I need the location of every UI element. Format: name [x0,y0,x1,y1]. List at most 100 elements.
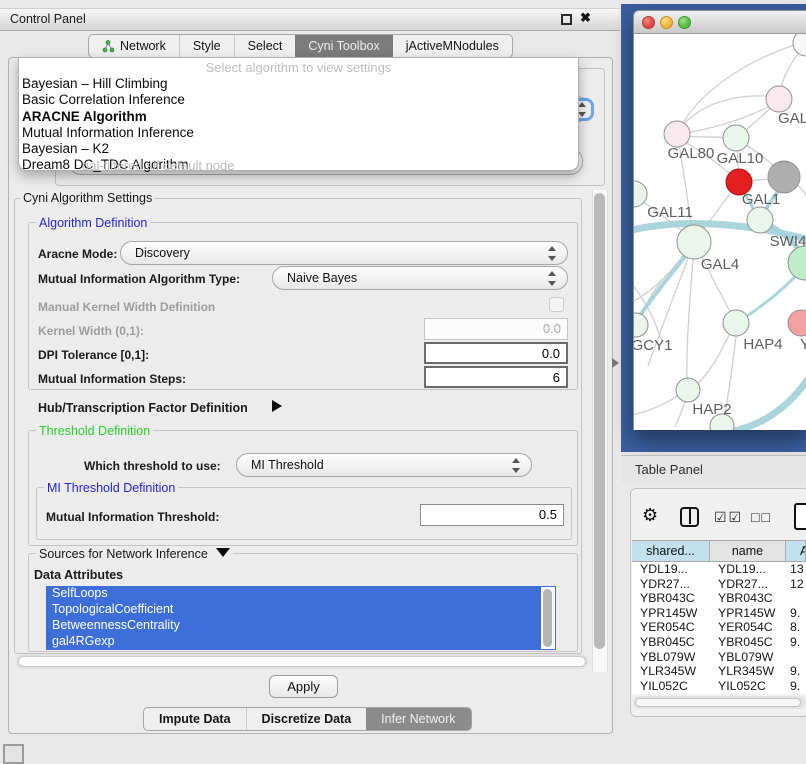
unchecked-boxes-icon[interactable] [751,509,772,525]
node-gcy1[interactable] [634,313,648,337]
tab-select[interactable]: Select [234,35,296,57]
panel-title: Control Panel [10,12,86,26]
document-icon[interactable] [794,503,806,530]
table-cell: YPR145W [710,606,786,621]
network-view-window[interactable]: GAL GAL80 GAL10 GAL1 GAL11 SWI4 GAL4 GCY… [633,10,806,430]
attribute-list-item[interactable]: TopologicalCoefficient [46,602,556,618]
table-cell: YDL19... [632,562,710,577]
aracne-mode-label: Aracne Mode: [38,247,117,261]
table-cell: 13 [786,562,806,577]
table-row[interactable]: YPR145WYPR145W9. [632,606,806,621]
dropdown-item[interactable]: Mutual Information Inference [19,125,578,141]
table-body[interactable]: YDL19...YDL19...13YDR27...YDR27...12YBR0… [632,562,806,694]
dpi-tolerance-field[interactable]: 0.0 [424,342,568,364]
tab-network[interactable]: Network [89,35,179,57]
zoom-traffic-light-icon[interactable] [678,16,691,29]
columns-icon[interactable] [680,507,699,527]
dropdown-item[interactable]: Bayesian – K2 [19,141,578,157]
kernel-width-field[interactable]: 0.0 [424,318,568,340]
table-row[interactable]: YER054CYER054C8. [632,620,806,635]
mi-steps-label: Mutual Information Steps: [38,372,186,386]
node-gal10[interactable] [723,125,749,151]
gear-icon[interactable] [642,505,658,526]
table-row[interactable]: YBR043CYBR043C [632,591,806,606]
data-attributes-list[interactable]: SelfLoopsTopologicalCoefficientBetweenne… [46,586,556,650]
network-window-titlebar[interactable] [634,11,806,34]
table-cell: YBR045C [710,635,786,650]
table-cell [786,591,806,606]
dropdown-item[interactable]: ARACNE Algorithm [19,109,578,125]
tab-jactive-label: jActiveMNodules [406,39,499,53]
table-row[interactable]: YLR345WYLR345W9. [632,664,806,679]
tab-jactivemnodules[interactable]: jActiveMNodules [393,35,512,57]
attribute-list-item[interactable]: SelfLoops [46,586,556,602]
tab-impute-data[interactable]: Impute Data [144,708,246,730]
combo-stepper-icon [510,458,522,473]
node-unlabeled[interactable] [793,34,806,56]
mi-type-value: Naive Bayes [287,271,357,285]
manual-kernel-label: Manual Kernel Width Definition [38,300,215,314]
svg-text:GAL80: GAL80 [668,145,715,162]
tab-style[interactable]: Style [179,35,234,57]
node-bright-green[interactable] [788,246,806,280]
svg-text:GAL10: GAL10 [717,150,764,167]
bottom-corner-button[interactable] [3,744,24,764]
dropdown-item[interactable]: Basic Correlation Inference [19,92,578,108]
mi-steps-field[interactable]: 6 [424,366,568,388]
table-row[interactable]: YBL079WYBL079W [632,650,806,665]
table-cell: YBR045C [632,635,710,650]
table-row[interactable]: YIL052CYIL052C9. [632,679,806,694]
tab-cyni-toolbox[interactable]: Cyni Toolbox [295,35,392,57]
mi-threshold-field[interactable]: 0.5 [420,504,564,526]
algorithm-dropdown-list: Select algorithm to view settings Bayesi… [18,57,579,171]
table-cell: YDL19... [710,562,786,577]
attribute-list-item[interactable]: BetweennessCentrality [46,618,556,634]
node-gray[interactable] [768,161,800,193]
which-threshold-combobox[interactable]: MI Threshold [236,453,532,477]
collapse-down-icon[interactable] [216,548,230,557]
node-hap2[interactable] [676,378,700,402]
table-cell [786,650,806,665]
table-row[interactable]: YDL19...YDL19...13 [632,562,806,577]
table-row[interactable]: YBR045CYBR045C9. [632,635,806,650]
node-gal-cut[interactable] [766,86,792,112]
attribute-list-item[interactable]: gal4RGexp [46,634,556,650]
apply-button[interactable]: Apply [269,675,338,698]
mi-type-combobox[interactable]: Naive Bayes [272,266,568,290]
column-header-shared-name[interactable]: shared... [632,541,710,561]
close-icon[interactable] [580,10,591,26]
checked-boxes-icon[interactable] [714,509,743,526]
node-hap4[interactable] [723,310,749,336]
table-cell: YBR043C [632,591,710,606]
table-cell: YBR043C [710,591,786,606]
table-hscroll-thumb[interactable] [635,698,801,707]
aracne-mode-combobox[interactable]: Discovery [120,241,568,265]
dpi-tolerance-label: DPI Tolerance [0,1]: [38,348,149,362]
expand-right-icon[interactable] [272,400,282,412]
network-canvas[interactable]: GAL GAL80 GAL10 GAL1 GAL11 SWI4 GAL4 GCY… [634,34,806,430]
svg-text:GAL: GAL [778,110,806,127]
svg-text:Y: Y [800,336,806,353]
attribute-list-scrollbar[interactable] [543,589,552,647]
manual-kernel-checkbox[interactable] [549,297,564,312]
svg-text:HAP4: HAP4 [743,336,782,353]
dropdown-item[interactable]: Bayesian – Hill Climbing [19,76,578,92]
tab-discretize-data[interactable]: Discretize Data [246,708,367,730]
column-header-name[interactable]: name [710,541,786,561]
table-cell: 12 [786,577,806,592]
node-gal80[interactable] [664,121,690,147]
column-header-cut[interactable]: A [786,541,806,561]
float-window-button[interactable] [561,14,572,25]
table-panel-title: Table Panel [635,462,703,477]
panel-splitter-icon[interactable] [612,358,619,368]
table-row[interactable]: YDR27...YDR27...12 [632,577,806,592]
node-salmon[interactable] [788,310,806,336]
settings-vscroll-thumb[interactable] [594,193,605,649]
tab-infer-network[interactable]: Infer Network [366,708,470,730]
settings-hscroll-thumb[interactable] [18,656,586,667]
minimize-traffic-light-icon[interactable] [660,16,673,29]
close-traffic-light-icon[interactable] [642,16,655,29]
node-gal4[interactable] [677,225,711,259]
mi-type-label: Mutual Information Algorithm Type: [38,272,240,286]
node-swi4[interactable] [747,207,773,233]
